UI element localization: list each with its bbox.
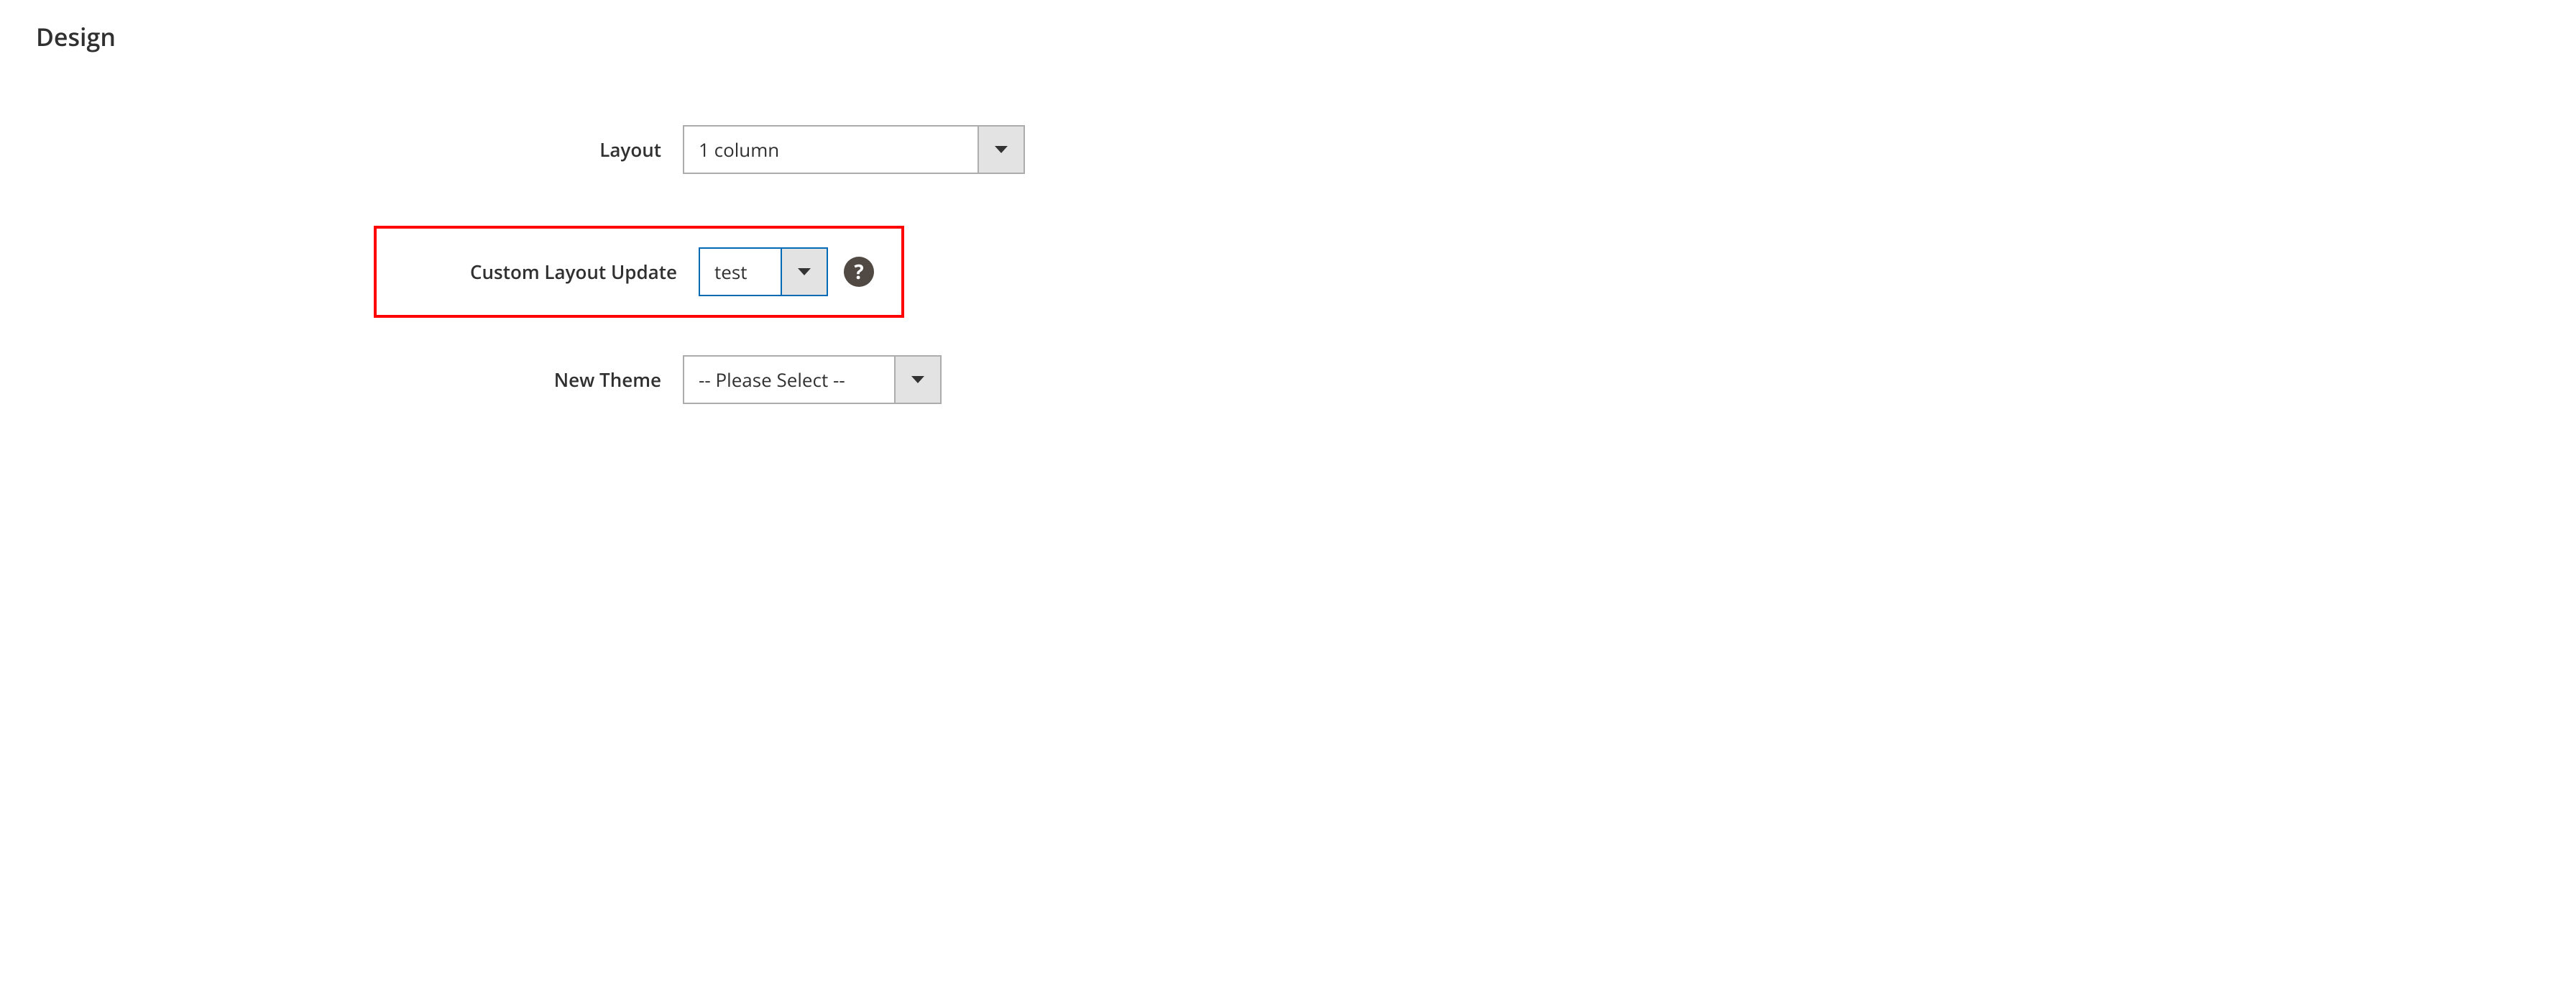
custom-layout-update-select-value: test (700, 249, 781, 295)
new-theme-select[interactable]: -- Please Select -- (683, 355, 942, 404)
caret-down-icon (798, 268, 811, 275)
custom-layout-update-input-col: test ? (699, 247, 874, 296)
layout-select-value: 1 column (684, 127, 978, 173)
layout-label: Layout (36, 137, 683, 162)
new-theme-input-col: -- Please Select -- (683, 355, 942, 404)
new-theme-select-value: -- Please Select -- (684, 357, 894, 403)
custom-layout-update-select[interactable]: test (699, 247, 828, 296)
highlight-box: Custom Layout Update test ? (374, 226, 904, 318)
custom-layout-update-label: Custom Layout Update (411, 259, 699, 285)
field-row-custom-layout-update: Custom Layout Update test ? (36, 226, 2540, 318)
custom-layout-update-select-button[interactable] (781, 249, 827, 295)
layout-input-col: 1 column (683, 125, 1025, 174)
field-row-layout: Layout 1 column (36, 125, 2540, 174)
help-glyph: ? (854, 262, 863, 282)
new-theme-select-button[interactable] (894, 357, 940, 403)
caret-down-icon (911, 376, 924, 383)
caret-down-icon (995, 146, 1008, 153)
help-icon[interactable]: ? (844, 257, 874, 287)
new-theme-label: New Theme (36, 367, 683, 393)
field-row-new-theme: New Theme -- Please Select -- (36, 355, 2540, 404)
layout-select[interactable]: 1 column (683, 125, 1025, 174)
layout-select-button[interactable] (978, 127, 1024, 173)
section-title: Design (36, 20, 2540, 53)
